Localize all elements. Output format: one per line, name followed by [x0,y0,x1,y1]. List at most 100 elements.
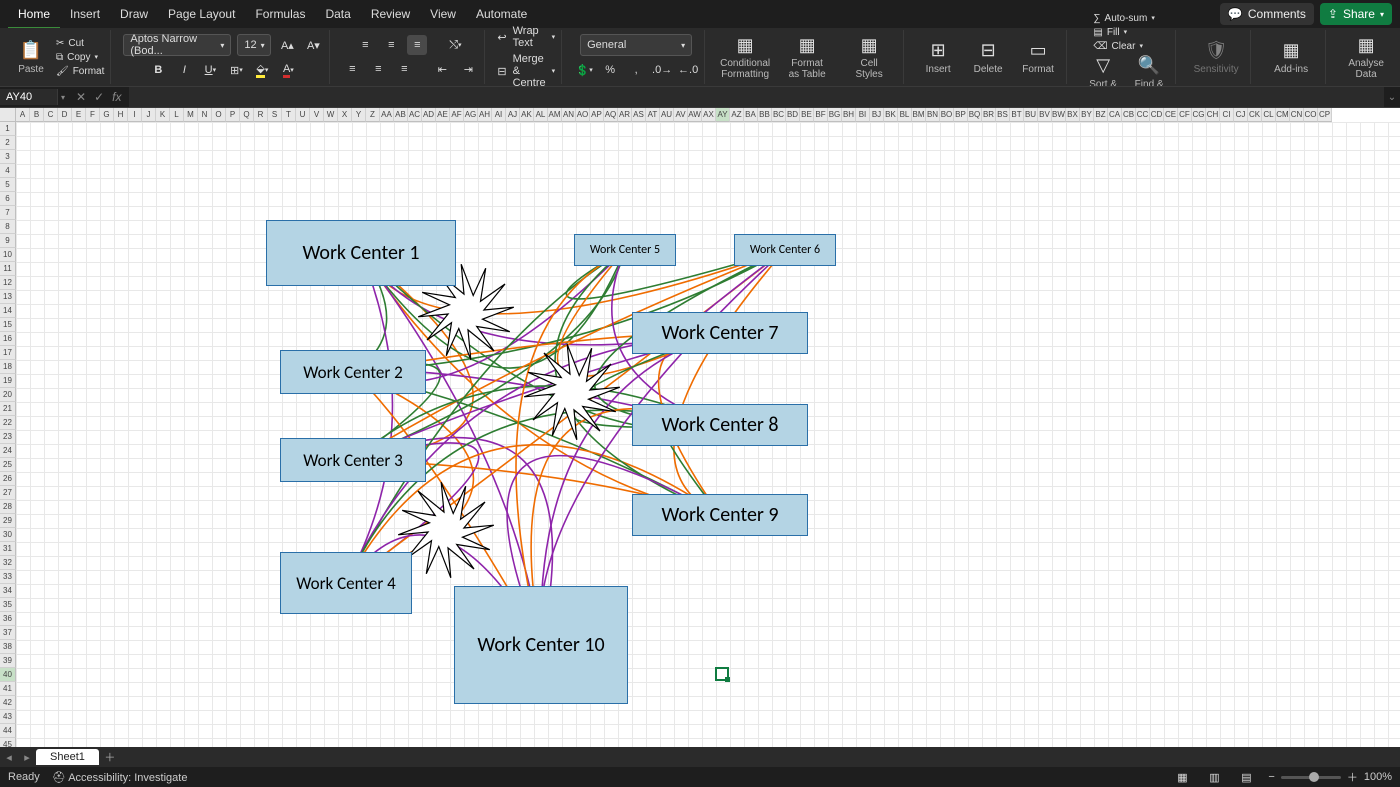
fill-button[interactable]: ▤Fill▾ [1093,26,1154,39]
col-header[interactable]: BM [912,108,926,122]
col-header[interactable]: AG [464,108,478,122]
row-header[interactable]: 31 [0,542,16,556]
zoom-in-icon[interactable]: ＋ [1347,769,1358,785]
increase-decimal-icon[interactable]: .0→ [652,60,672,80]
accessibility-status[interactable]: ⛑ Accessibility: Investigate [52,771,188,784]
format-as-table-button[interactable]: ▦Format as Table [779,32,835,82]
row-header[interactable]: 17 [0,346,16,360]
col-header[interactable]: CG [1192,108,1206,122]
menu-tab-formulas[interactable]: Formulas [245,1,315,27]
row-header[interactable]: 42 [0,696,16,710]
work-center-shape-6[interactable]: Work Center 6 [734,234,836,266]
row-header[interactable]: 39 [0,654,16,668]
col-header[interactable]: AT [646,108,660,122]
col-header[interactable]: AX [702,108,716,122]
work-center-shape-7[interactable]: Work Center 7 [632,312,808,354]
col-header[interactable]: BT [1010,108,1024,122]
col-header[interactable]: BX [1066,108,1080,122]
col-header[interactable]: CK [1248,108,1262,122]
align-bottom-icon[interactable]: ≡ [407,35,427,55]
col-header[interactable]: BI [856,108,870,122]
cell-grid[interactable]: Work Center 1Work Center 2Work Center 3W… [16,122,1400,747]
col-header[interactable]: O [212,108,226,122]
expand-formula-icon[interactable]: ⌄ [1384,92,1400,103]
col-header[interactable]: CE [1164,108,1178,122]
col-header[interactable]: BL [898,108,912,122]
borders-button[interactable]: ⊞▾ [226,60,246,80]
menu-tab-insert[interactable]: Insert [60,1,110,27]
col-header[interactable]: U [296,108,310,122]
row-header[interactable]: 28 [0,500,16,514]
col-header[interactable]: Q [240,108,254,122]
col-header[interactable]: AN [562,108,576,122]
col-header[interactable]: F [86,108,100,122]
col-header[interactable]: BY [1080,108,1094,122]
row-header[interactable]: 10 [0,248,16,262]
accounting-icon[interactable]: 💲▾ [574,60,594,80]
work-center-shape-5[interactable]: Work Center 5 [574,234,676,266]
align-center-icon[interactable]: ≡ [368,59,388,79]
col-header[interactable]: CN [1290,108,1304,122]
work-center-shape-8[interactable]: Work Center 8 [632,404,808,446]
menu-tab-draw[interactable]: Draw [110,1,158,27]
col-header[interactable]: AO [576,108,590,122]
col-header[interactable]: AE [436,108,450,122]
row-header[interactable]: 30 [0,528,16,542]
col-header[interactable]: BC [772,108,786,122]
row-header[interactable]: 25 [0,458,16,472]
merge-button[interactable]: ⊟ Merge & Centre ▾ [497,53,555,89]
col-header[interactable]: S [268,108,282,122]
insert-cells-button[interactable]: ⊞Insert [916,32,960,82]
zoom-level[interactable]: 100% [1364,771,1392,783]
prev-sheet-button[interactable]: ◂ [0,751,18,764]
conditional-formatting-button[interactable]: ▦Conditional Formatting [717,32,773,82]
menu-tab-data[interactable]: Data [315,1,360,27]
row-header[interactable]: 41 [0,682,16,696]
col-header[interactable]: CL [1262,108,1276,122]
zoom-control[interactable]: − ＋ 100% [1268,769,1392,785]
col-header[interactable]: AK [520,108,534,122]
row-header[interactable]: 6 [0,192,16,206]
zoom-out-icon[interactable]: − [1268,771,1274,783]
menu-tab-automate[interactable]: Automate [466,1,537,27]
col-header[interactable]: Y [352,108,366,122]
row-header[interactable]: 15 [0,318,16,332]
format-cells-button[interactable]: ▭Format [1016,32,1060,82]
row-header[interactable]: 16 [0,332,16,346]
enter-icon[interactable]: ✓ [94,90,104,104]
col-header[interactable]: BE [800,108,814,122]
row-header[interactable]: 8 [0,220,16,234]
work-center-shape-4[interactable]: Work Center 4 [280,552,412,614]
row-header[interactable]: 7 [0,206,16,220]
col-header[interactable]: CC [1136,108,1150,122]
row-header[interactable]: 4 [0,164,16,178]
col-header[interactable]: AQ [604,108,618,122]
row-header[interactable]: 12 [0,276,16,290]
row-header[interactable]: 3 [0,150,16,164]
col-header[interactable]: V [310,108,324,122]
col-header[interactable]: BU [1024,108,1038,122]
autosum-button[interactable]: ∑Auto-sum▾ [1093,12,1154,25]
row-header[interactable]: 43 [0,710,16,724]
col-header[interactable]: BD [786,108,800,122]
column-headers[interactable]: ABCDEFGHIJKLMNOPQRSTUVWXYZAAABACADAEAFAG… [16,108,1400,122]
align-left-icon[interactable]: ≡ [342,59,362,79]
col-header[interactable]: K [156,108,170,122]
col-header[interactable]: BQ [968,108,982,122]
col-header[interactable]: T [282,108,296,122]
col-header[interactable]: BW [1052,108,1066,122]
explosion-shape[interactable] [398,482,494,578]
col-header[interactable]: R [254,108,268,122]
row-header[interactable]: 2 [0,136,16,150]
font-name-select[interactable]: Aptos Narrow (Bod...▾ [123,34,231,56]
percent-icon[interactable]: % [600,60,620,80]
col-header[interactable]: X [338,108,352,122]
font-size-select[interactable]: 12▾ [237,34,271,56]
italic-button[interactable]: I [174,60,194,80]
row-header[interactable]: 1 [0,122,16,136]
share-button[interactable]: ⇪ Share ▾ [1320,3,1392,25]
col-header[interactable]: BZ [1094,108,1108,122]
row-header[interactable]: 18 [0,360,16,374]
col-header[interactable]: CD [1150,108,1164,122]
row-header[interactable]: 23 [0,430,16,444]
